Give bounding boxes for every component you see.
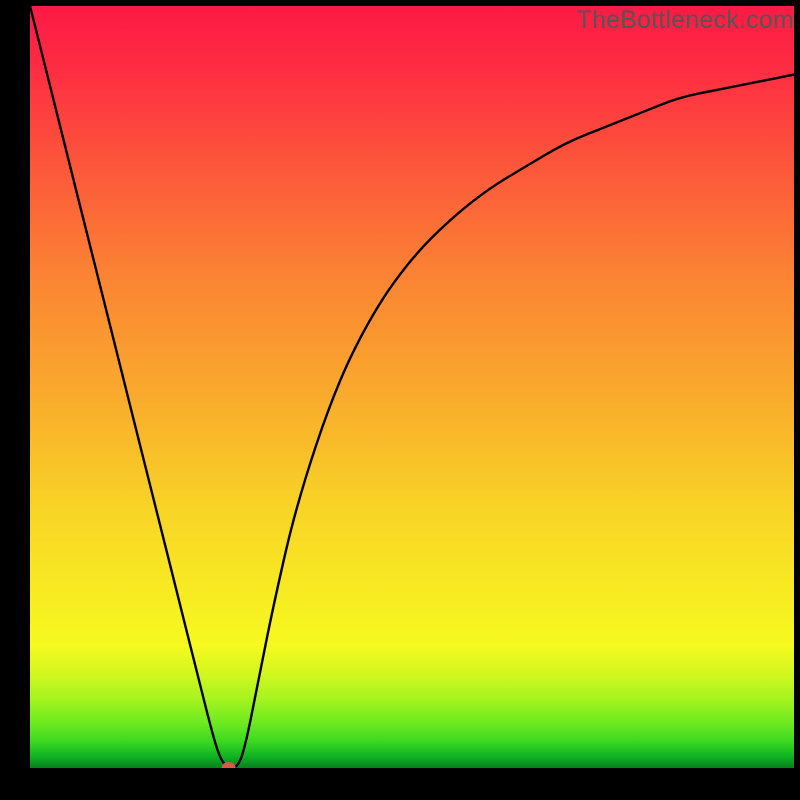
watermark-text: TheBottleneck.com	[577, 6, 794, 35]
chart-frame: TheBottleneck.com	[0, 0, 800, 800]
bottleneck-curve	[30, 6, 794, 768]
minimum-marker	[222, 762, 236, 768]
curve-path	[30, 6, 794, 768]
plot-area	[30, 6, 794, 768]
